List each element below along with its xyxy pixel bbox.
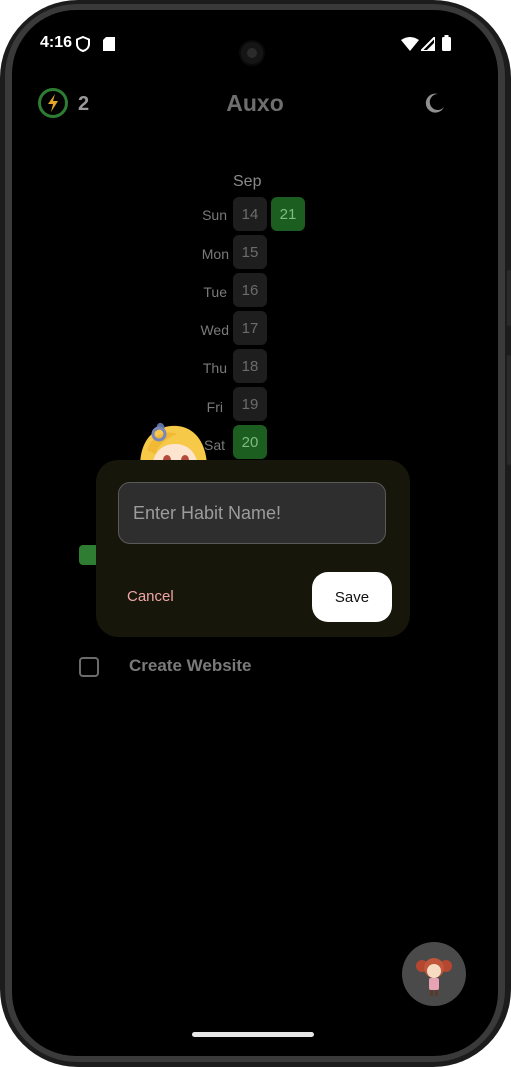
vpn-shield-icon (76, 35, 90, 57)
status-time: 4:16 (40, 34, 73, 51)
volume-button (507, 355, 511, 465)
add-habit-dialog: Enter Habit Name! Cancel Save (96, 460, 410, 637)
habit-label[interactable]: Create Website (129, 656, 252, 676)
date-cell-completed[interactable]: 20 (233, 425, 267, 459)
date-cell[interactable]: 17 (233, 311, 267, 345)
habit-name-input[interactable]: Enter Habit Name! (118, 482, 386, 544)
status-bar: 4:16 (12, 10, 498, 74)
weekday-label: Mon (201, 246, 229, 262)
cancel-button[interactable]: Cancel (127, 588, 174, 605)
habit-checkbox[interactable] (79, 657, 99, 677)
save-button[interactable]: Save (312, 572, 392, 622)
screen: 4:16 2 Auxo Sep Sun Mon Tue Wed Thu Fri … (12, 10, 498, 1056)
weekday-label: Sun (202, 207, 227, 223)
home-indicator[interactable] (192, 1032, 314, 1037)
mascot-avatar-icon (416, 958, 452, 996)
side-button (507, 270, 511, 326)
date-cell[interactable]: 18 (233, 349, 267, 383)
date-cell[interactable]: 16 (233, 273, 267, 307)
front-camera (239, 40, 265, 66)
mascot-avatar-button[interactable] (402, 942, 466, 1006)
calendar-month: Sep (233, 173, 262, 190)
date-cell-completed[interactable]: 21 (271, 197, 305, 231)
weekday-label: Fri (206, 399, 223, 415)
weekday-label: Wed (200, 322, 229, 338)
wifi-icon (401, 37, 419, 56)
signal-icon (418, 34, 436, 56)
app-bar: 2 Auxo (12, 84, 498, 128)
phone-frame: 4:16 2 Auxo Sep Sun Mon Tue Wed Thu Fri … (0, 0, 511, 1067)
sd-card-icon (103, 37, 115, 56)
moon-icon[interactable] (424, 92, 446, 119)
weekday-label: Tue (203, 284, 227, 300)
weekday-label: Thu (202, 360, 227, 376)
date-cell[interactable]: 15 (233, 235, 267, 269)
date-cell[interactable]: 14 (233, 197, 267, 231)
habit-name-placeholder: Enter Habit Name! (133, 503, 282, 523)
battery-icon (442, 35, 451, 56)
date-cell[interactable]: 19 (233, 387, 267, 421)
